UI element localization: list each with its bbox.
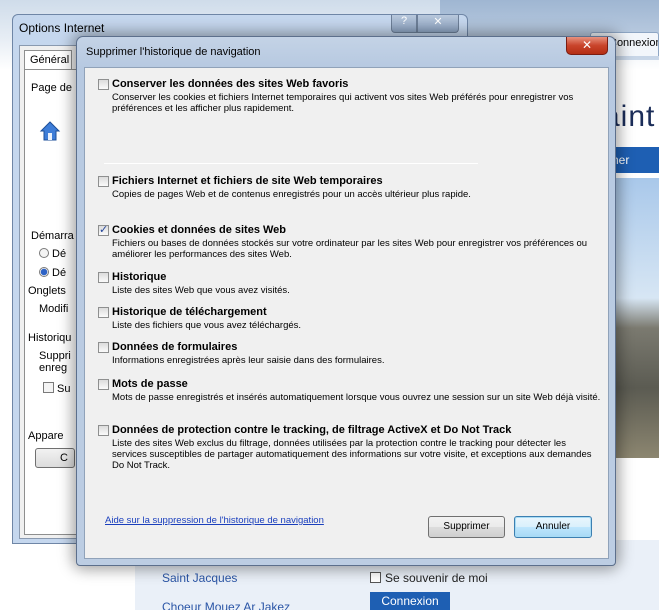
remember-me-checkbox[interactable]: Se souvenir de moi <box>370 571 488 585</box>
cancel-button[interactable]: Annuler <box>514 516 592 538</box>
browser-tab-label: Connexion <box>609 37 659 49</box>
tabs-modify-button[interactable]: Modifi <box>39 303 68 315</box>
appearance-label: Appare <box>28 430 64 442</box>
radio-selected-icon <box>39 267 49 277</box>
checkbox-icon[interactable] <box>98 342 109 353</box>
startup-radio-2[interactable]: Dé <box>39 267 66 279</box>
checkbox-icon[interactable] <box>98 307 109 318</box>
colors-button[interactable]: C <box>35 448 75 468</box>
startup-radio-1[interactable]: Dé <box>39 248 66 260</box>
option-description: Liste des fichiers que vous avez télécha… <box>112 320 302 331</box>
history-desc-1: Suppri <box>39 350 71 362</box>
checkbox-icon[interactable] <box>98 425 109 436</box>
checkbox-icon[interactable] <box>98 272 109 283</box>
checkbox-checked-icon[interactable] <box>98 223 109 236</box>
startup-radio-2-label: Dé <box>52 267 67 279</box>
delete-button[interactable]: Supprimer <box>428 516 505 538</box>
checkbox-icon[interactable] <box>98 379 109 390</box>
startup-label: Démarra <box>31 230 74 242</box>
history-desc-2: enreg <box>39 362 68 374</box>
tab-general[interactable]: Général <box>24 50 72 70</box>
home-icon <box>39 121 61 141</box>
option-description: Liste des sites Web que vous avez visité… <box>112 285 290 296</box>
checkbox-icon[interactable] <box>98 79 109 90</box>
help-button[interactable]: ? <box>391 15 417 33</box>
tabs-label: Onglets <box>28 285 66 297</box>
dialog-close-button[interactable]: ✕ <box>566 37 608 55</box>
connect-button[interactable]: Connexion <box>370 592 450 610</box>
option-description: Liste des sites Web exclus du filtrage, … <box>112 438 592 471</box>
startup-radio-1-label: Dé <box>52 248 67 260</box>
option-title: Historique <box>112 271 167 283</box>
nav-link-saint-jacques[interactable]: Saint Jacques <box>162 571 237 585</box>
nav-link-choeur[interactable]: Choeur Mouez Ar Jakez <box>162 600 290 610</box>
dialog-body: Conserver les données des sites Web favo… <box>84 67 609 559</box>
delete-history-dialog: Supprimer l'historique de navigation ✕ C… <box>76 36 616 566</box>
history-on-exit-label: Su <box>57 383 71 395</box>
checkbox-icon[interactable] <box>98 176 109 187</box>
option-title: Cookies et données de sites Web <box>112 224 287 236</box>
help-link[interactable]: Aide sur la suppression de l'historique … <box>105 515 324 526</box>
dialog-title: Supprimer l'historique de navigation <box>86 46 261 58</box>
checkbox-icon <box>43 382 54 393</box>
option-title: Conserver les données des sites Web favo… <box>112 78 349 90</box>
history-label: Historiqu <box>28 332 72 344</box>
remember-me-label: Se souvenir de moi <box>385 571 488 585</box>
home-page-label: Page de <box>31 82 72 94</box>
separator <box>104 163 478 164</box>
checkbox-icon <box>370 572 381 583</box>
option-title: Mots de passe <box>112 378 188 390</box>
radio-icon <box>39 248 49 258</box>
options-close-button[interactable]: ✕ <box>417 15 459 33</box>
option-description: Fichiers ou bases de données stockés sur… <box>112 238 588 260</box>
option-description: Informations enregistrées après leur sai… <box>112 355 385 366</box>
options-window-title: Options Internet <box>19 21 105 35</box>
option-description: Mots de passe enregistrés et insérés aut… <box>112 392 601 403</box>
history-on-exit-checkbox[interactable]: Su <box>43 382 70 395</box>
option-title: Données de protection contre le tracking… <box>112 424 512 436</box>
option-title: Historique de téléchargement <box>112 306 267 318</box>
option-title: Fichiers Internet et fichiers de site We… <box>112 175 383 187</box>
option-description: Conserver les cookies et fichiers Intern… <box>112 92 574 114</box>
option-title: Données de formulaires <box>112 341 238 353</box>
option-description: Copies de pages Web et de contenus enreg… <box>112 189 471 200</box>
